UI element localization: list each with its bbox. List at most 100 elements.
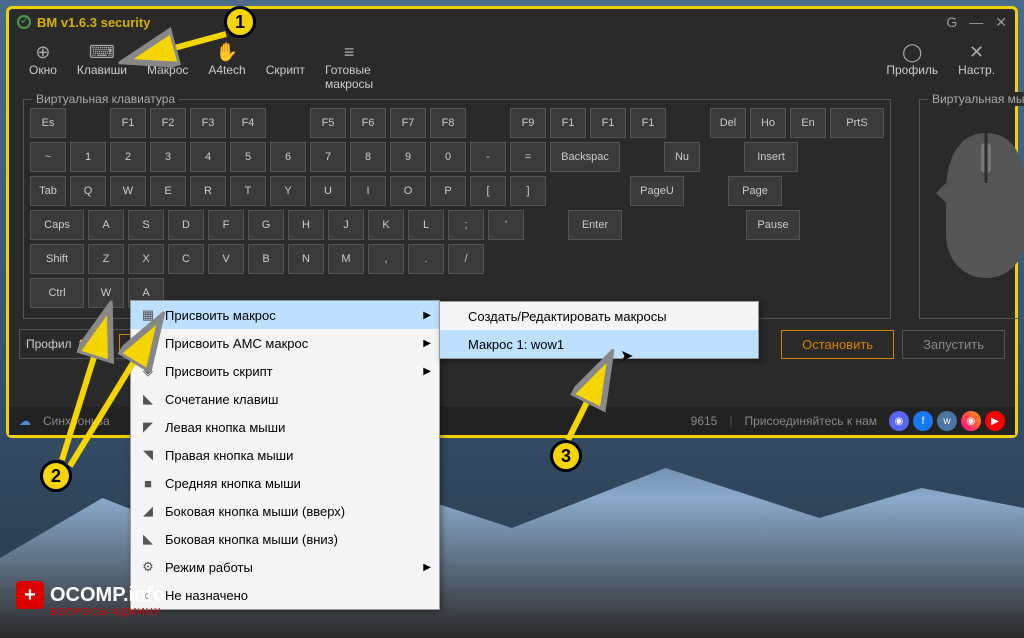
key-1[interactable]: 1 [70, 142, 106, 172]
key-en[interactable]: En [790, 108, 826, 138]
key-2[interactable]: 2 [110, 142, 146, 172]
ctx-item-6[interactable]: ■Средняя кнопка мыши [131, 469, 439, 497]
key-f1[interactable]: F1 [590, 108, 626, 138]
key-3[interactable]: 3 [150, 142, 186, 172]
key-tab[interactable]: Tab [30, 176, 66, 206]
key-ctrl[interactable]: Ctrl [30, 278, 84, 308]
key-del[interactable]: Del [710, 108, 746, 138]
mouse-icon[interactable] [926, 108, 1024, 298]
key-page[interactable]: Page [728, 176, 782, 206]
key-f1[interactable]: F1 [550, 108, 586, 138]
key-f2[interactable]: F2 [150, 108, 186, 138]
youtube-icon[interactable]: ▶ [985, 411, 1005, 431]
toolbar-a4tech[interactable]: ✋A4tech [198, 39, 255, 93]
key-b[interactable]: B [248, 244, 284, 274]
ctx-item-7[interactable]: ◢Боковая кнопка мыши (вверх) [131, 497, 439, 525]
key-e[interactable]: E [150, 176, 186, 206]
key-;[interactable]: ; [448, 210, 484, 240]
key-nu[interactable]: Nu [664, 142, 700, 172]
toolbar-профиль[interactable]: ◯Профиль [876, 39, 948, 93]
key-p[interactable]: P [430, 176, 466, 206]
submenu-item-1[interactable]: Макрос 1: wow1 [440, 330, 758, 358]
key-6[interactable]: 6 [270, 142, 306, 172]
key-m[interactable]: M [328, 244, 364, 274]
key-7[interactable]: 7 [310, 142, 346, 172]
ctx-item-5[interactable]: ◥Правая кнопка мыши [131, 441, 439, 469]
key-d[interactable]: D [168, 210, 204, 240]
toolbar-готовые[interactable]: ≡Готовыемакросы [315, 39, 383, 93]
key-~[interactable]: ~ [30, 142, 66, 172]
key-][interactable]: ] [510, 176, 546, 206]
toolbar-настр.[interactable]: ✕Настр. [948, 39, 1005, 93]
ctx-item-2[interactable]: ◈Присвоить скрипт▶ [131, 357, 439, 385]
key-x[interactable]: X [128, 244, 164, 274]
instagram-icon[interactable]: ◉ [961, 411, 981, 431]
toolbar-скрипт[interactable]: Скрипт [256, 39, 315, 93]
toolbar-окно[interactable]: ⊕Окно [19, 39, 67, 93]
key-l[interactable]: L [408, 210, 444, 240]
key-f4[interactable]: F4 [230, 108, 266, 138]
key-v[interactable]: V [208, 244, 244, 274]
discord-icon[interactable]: ◉ [889, 411, 909, 431]
key-enter[interactable]: Enter [568, 210, 622, 240]
key-f[interactable]: F [208, 210, 244, 240]
facebook-icon[interactable]: f [913, 411, 933, 431]
key-4[interactable]: 4 [190, 142, 226, 172]
key-backspac[interactable]: Backspac [550, 142, 620, 172]
key-insert[interactable]: Insert [744, 142, 798, 172]
ctx-item-4[interactable]: ◤Левая кнопка мыши [131, 413, 439, 441]
ctx-item-10[interactable]: ○Не назначено [131, 581, 439, 609]
key-g[interactable]: G [248, 210, 284, 240]
folder-icon[interactable]: 📁 [78, 337, 93, 351]
key-pageu[interactable]: PageU [630, 176, 684, 206]
minimize-icon[interactable]: — [969, 14, 983, 31]
toolbar-макрос[interactable]: ▦Макрос [137, 39, 198, 93]
key-w[interactable]: W [110, 176, 146, 206]
key-h[interactable]: H [288, 210, 324, 240]
close-icon[interactable]: ✕ [995, 14, 1007, 31]
key-q[interactable]: Q [70, 176, 106, 206]
key-,[interactable]: , [368, 244, 404, 274]
submenu-item-0[interactable]: Создать/Редактировать макросы [440, 302, 758, 330]
key-f8[interactable]: F8 [430, 108, 466, 138]
ctx-item-3[interactable]: ◣Сочетание клавиш [131, 385, 439, 413]
key-f3[interactable]: F3 [190, 108, 226, 138]
key-w[interactable]: W [88, 278, 124, 308]
key-=[interactable]: = [510, 142, 546, 172]
key-r[interactable]: R [190, 176, 226, 206]
key-t[interactable]: T [230, 176, 266, 206]
key-[[interactable]: [ [470, 176, 506, 206]
key-f1[interactable]: F1 [630, 108, 666, 138]
key-caps[interactable]: Caps [30, 210, 84, 240]
toolbar-клавиши[interactable]: ⌨Клавиши [67, 39, 137, 93]
key-s[interactable]: S [128, 210, 164, 240]
key-i[interactable]: I [350, 176, 386, 206]
key-ho[interactable]: Ho [750, 108, 786, 138]
stop-button[interactable]: Остановить [781, 330, 894, 359]
ctx-item-9[interactable]: ⚙Режим работы▶ [131, 553, 439, 581]
key-8[interactable]: 8 [350, 142, 386, 172]
key-es[interactable]: Es [30, 108, 66, 138]
key-f9[interactable]: F9 [510, 108, 546, 138]
key-9[interactable]: 9 [390, 142, 426, 172]
start-button[interactable]: Запустить [902, 330, 1005, 359]
key-j[interactable]: J [328, 210, 364, 240]
key-u[interactable]: U [310, 176, 346, 206]
key-a[interactable]: A [88, 210, 124, 240]
ctx-item-0[interactable]: ▦Присвоить макрос▶Создать/Редактировать … [131, 301, 439, 329]
key-prts[interactable]: PrtS [830, 108, 884, 138]
key--[interactable]: - [470, 142, 506, 172]
key-0[interactable]: 0 [430, 142, 466, 172]
key-f6[interactable]: F6 [350, 108, 386, 138]
cloud-icon[interactable]: ☁ [19, 414, 31, 428]
key-f1[interactable]: F1 [110, 108, 146, 138]
key-/[interactable]: / [448, 244, 484, 274]
key-o[interactable]: O [390, 176, 426, 206]
key-k[interactable]: K [368, 210, 404, 240]
ctx-item-8[interactable]: ◣Боковая кнопка мыши (вниз) [131, 525, 439, 553]
key-.[interactable]: . [408, 244, 444, 274]
key-'[interactable]: ' [488, 210, 524, 240]
key-f7[interactable]: F7 [390, 108, 426, 138]
save-icon[interactable]: 💾 [99, 337, 114, 351]
key-5[interactable]: 5 [230, 142, 266, 172]
